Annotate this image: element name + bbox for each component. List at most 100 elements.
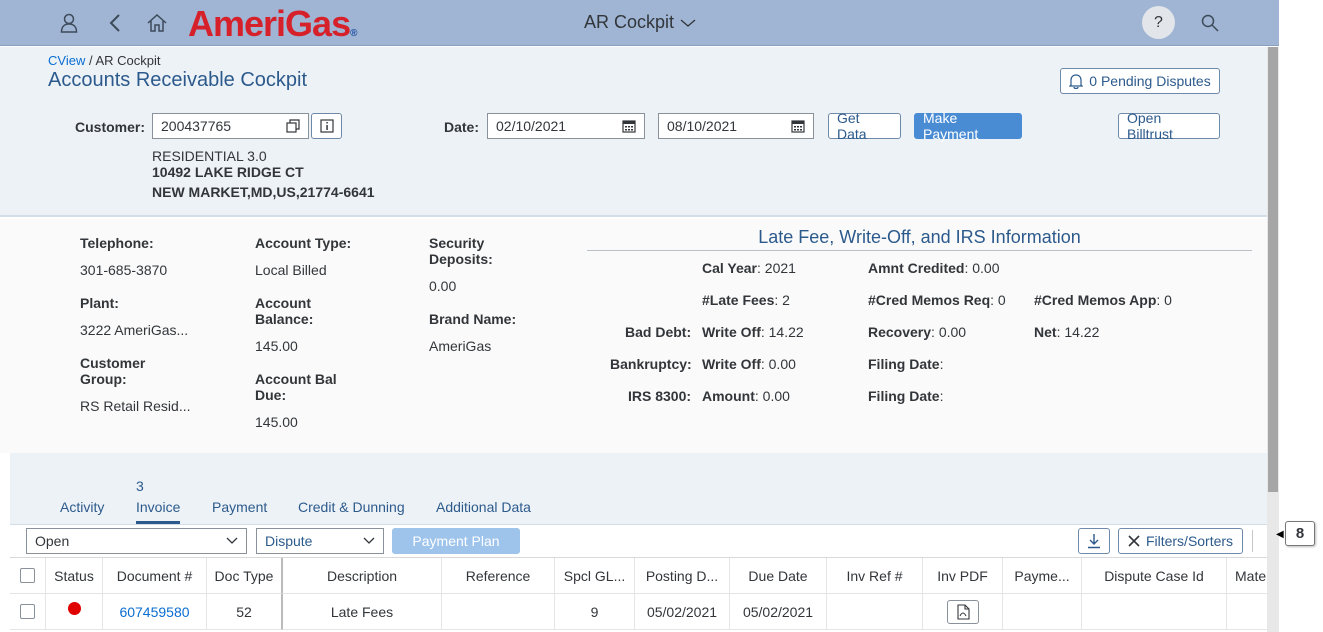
get-data-button[interactable]: Get Data: [828, 110, 901, 142]
account-balance-value: 145.00: [255, 338, 298, 354]
select-all-checkbox-cell[interactable]: [10, 558, 46, 594]
pending-disputes-button[interactable]: 0 Pending Disputes: [1060, 68, 1220, 94]
filters-sorters-label: Filters/Sorters: [1145, 533, 1234, 549]
tab-credit-dunning[interactable]: Credit & Dunning: [298, 499, 405, 515]
select-all-checkbox[interactable]: [20, 568, 35, 583]
column-header-status[interactable]: Status: [46, 558, 103, 594]
breadcrumb-separator: /: [88, 53, 93, 68]
open-billtrust-button[interactable]: Open Billtrust: [1118, 110, 1220, 142]
recovery: Recovery: 0.00: [868, 324, 967, 340]
customer-label: Customer:: [75, 119, 146, 135]
breadcrumb-current: AR Cockpit: [95, 53, 161, 68]
bell-icon: [1069, 74, 1084, 89]
calendar-icon[interactable]: [622, 119, 636, 133]
column-header-due-date[interactable]: Due Date: [730, 558, 827, 594]
column-header-inv-ref[interactable]: Inv Ref #: [827, 558, 923, 594]
document-link[interactable]: 607459580: [103, 594, 207, 630]
vertical-scrollbar[interactable]: [1267, 47, 1279, 632]
app-title-menu[interactable]: AR Cockpit: [584, 12, 696, 33]
help-icon: ?: [1154, 13, 1163, 31]
doc-type-cell: 52: [207, 594, 283, 630]
column-header-material[interactable]: Mate: [1227, 558, 1267, 594]
amnt-credited: Amnt Credited: 0.00: [868, 260, 1000, 276]
row-checkbox-cell[interactable]: [10, 594, 46, 630]
app-title: AR Cockpit: [584, 12, 675, 32]
active-tab-indicator: [136, 521, 180, 524]
account-type-value: Local Billed: [255, 262, 327, 278]
user-icon[interactable]: [56, 10, 82, 36]
home-icon[interactable]: [144, 10, 170, 36]
inv-ref-cell: [827, 594, 923, 630]
plant-value: 3222 AmeriGas...: [80, 322, 189, 338]
pdf-button[interactable]: [946, 599, 979, 624]
calendar-icon[interactable]: [791, 119, 805, 133]
column-header-document[interactable]: Document #: [103, 558, 207, 594]
account-bal-due-value: 145.00: [255, 414, 298, 430]
tab-activity[interactable]: Activity: [60, 499, 104, 515]
irs-filing-date: Filing Date:: [868, 388, 944, 404]
status-filter-select[interactable]: Open: [26, 528, 247, 554]
brand-name-label: Brand Name:: [429, 311, 517, 327]
make-payment-button[interactable]: Make Payment: [914, 110, 1022, 142]
column-header-doc-type[interactable]: Doc Type: [207, 558, 283, 594]
help-button[interactable]: ?: [1142, 6, 1175, 39]
bankruptcy-label: Bankruptcy:: [610, 356, 692, 372]
tab-payment[interactable]: Payment: [212, 499, 267, 515]
back-icon[interactable]: [102, 10, 128, 36]
invoice-table: Status Document # Doc Type Description R…: [10, 557, 1267, 632]
account-balance-label: Account Balance:: [255, 295, 314, 327]
customer-type: RESIDENTIAL 3.0: [152, 148, 267, 164]
breadcrumb-link-cview[interactable]: CView: [48, 53, 85, 68]
column-header-dispute-case-id[interactable]: Dispute Case Id: [1082, 558, 1227, 594]
late-fee-section-title: Late Fee, Write-Off, and IRS Information: [587, 227, 1252, 251]
date-from-input[interactable]: 02/10/2021: [487, 113, 645, 139]
page-header: CView / AR Cockpit Accounts Receivable C…: [0, 47, 1267, 217]
late-fees-count: #Late Fees: 2: [702, 292, 790, 308]
tab-invoice[interactable]: Invoice: [136, 499, 180, 515]
bad-debt-label: Bad Debt:: [625, 324, 692, 340]
security-deposits-value: 0.00: [429, 278, 457, 294]
column-header-inv-pdf[interactable]: Inv PDF: [923, 558, 1003, 594]
badge-pointer-icon: ◀: [1276, 529, 1284, 540]
customer-info-button[interactable]: [311, 113, 342, 139]
due-date-cell: 05/02/2021: [730, 594, 827, 630]
scrollbar-thumb[interactable]: [1268, 47, 1278, 492]
material-cell: [1227, 594, 1267, 630]
download-icon: [1088, 534, 1100, 549]
reference-cell: [442, 594, 555, 630]
irs-amount: Amount: 0.00: [702, 388, 790, 404]
customer-input[interactable]: 200437765: [152, 113, 309, 139]
account-bal-due-label: Account Bal Due:: [255, 371, 337, 403]
customer-group-label: Customer Group:: [80, 355, 146, 387]
tab-additional-data[interactable]: Additional Data: [436, 499, 531, 515]
filters-sorters-button[interactable]: Filters/Sorters: [1118, 528, 1243, 554]
column-header-posting-date[interactable]: Posting D...: [635, 558, 730, 594]
date-to-value: 08/10/2021: [667, 118, 738, 134]
page-title: Accounts Receivable Cockpit: [48, 69, 308, 91]
value-help-icon[interactable]: [286, 119, 300, 133]
column-header-payment[interactable]: Payme...: [1003, 558, 1082, 594]
column-header-reference[interactable]: Reference: [442, 558, 555, 594]
payment-plan-button[interactable]: Payment Plan: [392, 528, 520, 554]
bankruptcy-write-off: Write Off: 0.00: [702, 356, 796, 372]
shell-bar: AmeriGas® AR Cockpit ?: [0, 0, 1279, 46]
date-to-input[interactable]: 08/10/2021: [658, 113, 814, 139]
dispute-filter-select[interactable]: Dispute: [256, 528, 384, 554]
search-icon[interactable]: [1197, 10, 1223, 36]
status-indicator: [67, 602, 81, 615]
breadcrumb: CView / AR Cockpit: [48, 53, 161, 68]
invoice-tab-count: 3: [136, 478, 144, 494]
download-button[interactable]: [1078, 528, 1110, 554]
account-type-label: Account Type:: [255, 235, 352, 251]
column-header-description[interactable]: Description: [283, 558, 442, 594]
spcl-gl-cell: 9: [555, 594, 635, 630]
cal-year: Cal Year: 2021: [702, 260, 796, 276]
customer-group-value: RS Retail Resid...: [80, 398, 191, 414]
irs-8300-label: IRS 8300:: [628, 388, 692, 404]
close-icon: [1128, 535, 1140, 547]
toolbar-separator: [1252, 530, 1253, 552]
inv-pdf-cell: [923, 594, 1003, 630]
bankruptcy-filing-date: Filing Date:: [868, 356, 944, 372]
column-header-spcl-gl[interactable]: Spcl GL...: [555, 558, 635, 594]
row-checkbox[interactable]: [20, 604, 35, 619]
